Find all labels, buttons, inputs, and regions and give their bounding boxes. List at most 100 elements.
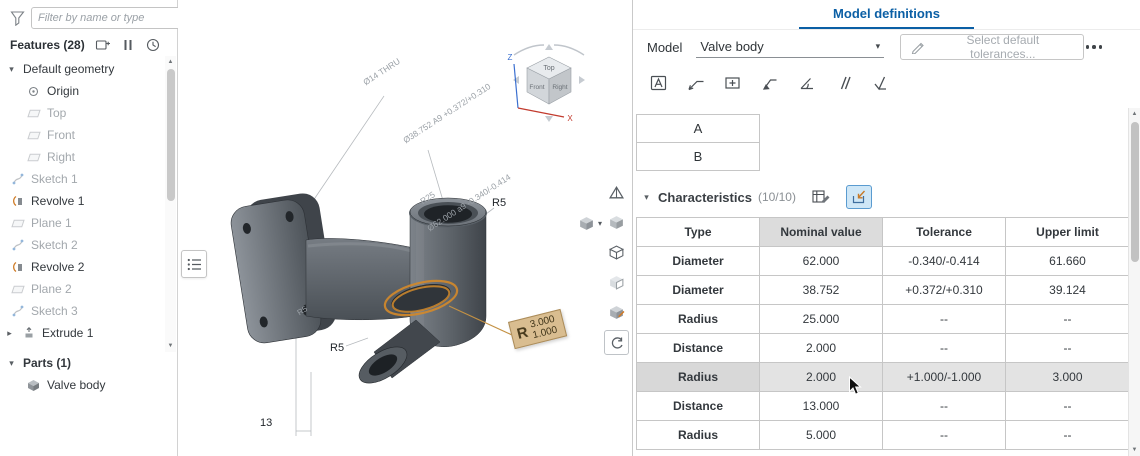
cell-type: Radius [636,420,760,450]
tree-item-origin[interactable]: Origin [0,80,177,102]
cell-tolerance: -- [882,420,1006,450]
scroll-thumb[interactable] [1131,122,1139,262]
view-orientation-icon[interactable] [604,210,629,235]
rotate-right-arrow-icon[interactable] [553,44,585,56]
parts-section-header[interactable]: ▾ Parts (1) [0,352,177,374]
pause-rebuild-icon[interactable] [121,37,135,53]
display-mode-icon[interactable] [604,240,629,265]
cell-upper-limit: 3.000 [1005,362,1130,392]
section-view-icon[interactable] [604,180,629,205]
note-icon[interactable] [647,71,671,95]
tree-item-revolve-1[interactable]: Revolve 1 [0,190,177,212]
parallelism-icon[interactable] [832,71,856,95]
rotate-view-icon[interactable] [604,330,629,355]
scroll-up-icon[interactable]: ▲ [1129,108,1140,120]
chevron-down-icon: ▾ [598,218,603,228]
select-default-tolerances-button[interactable]: Select default tolerances... [900,33,1084,61]
datum-row-a[interactable]: A [636,114,760,143]
characteristic-row-selected[interactable]: Radius 2.000 +1.000/-1.000 3.000 [636,362,1130,392]
create-folder-icon[interactable] [95,37,111,53]
appearance-icon[interactable] [604,300,629,325]
scroll-thumb[interactable] [167,69,175,201]
tree-item-top-plane[interactable]: Top [0,102,177,124]
cube-up-arrow-icon[interactable] [545,44,553,50]
cube-front-label: Front [529,84,544,91]
scroll-up-icon[interactable]: ▲ [165,56,176,68]
filter-row [0,0,188,30]
chevron-down-icon: ▾ [875,41,881,51]
collapse-section-icon[interactable]: ▾ [641,192,652,203]
datum-leader-icon[interactable] [758,71,782,95]
leader-dimension-icon[interactable] [684,71,708,95]
characteristic-row[interactable]: Diameter 38.752 +0.372/+0.310 39.124 [636,275,1130,305]
callout-prefix: R [515,323,530,343]
tree-item-revolve-2[interactable]: Revolve 2 [0,256,177,278]
tree-item-extrude-1[interactable]: ▸ Extrude 1 [0,322,177,344]
datum-row-b[interactable]: B [636,142,760,171]
column-header-upper-limit: Upper limit [1005,217,1130,247]
edit-characteristics-icon[interactable] [808,185,834,209]
cell-tolerance: -- [882,304,1006,334]
more-options-button[interactable] [1084,39,1105,55]
angle-dimension-icon[interactable] [795,71,819,95]
feature-tree-scrollbar[interactable]: ▲ ▼ [165,56,176,352]
cell-type: Diameter [636,275,760,305]
tree-item-right-plane[interactable]: Right [0,146,177,168]
tree-item-front-plane[interactable]: Front [0,124,177,146]
tree-item-valve-body-part[interactable]: Valve body [0,374,177,396]
dimension-13-label[interactable]: 13 [260,417,272,429]
import-characteristics-icon[interactable] [845,185,872,209]
rollback-history-icon[interactable] [145,37,161,53]
filter-icon [10,10,25,26]
cell-nominal: 38.752 [759,275,883,305]
tolerance-button-label: Select default tolerances... [966,33,1040,61]
tree-item-sketch-2[interactable]: Sketch 2 [0,234,177,256]
features-count-label: Features (28) [10,38,85,52]
column-header-type: Type [636,217,760,247]
feature-list-toggle-button[interactable] [181,250,207,278]
tree-item-plane-1[interactable]: Plane 1 [0,212,177,234]
feature-tree-panel: Features (28) ▾ Default geometry Origin [0,0,188,456]
model-definitions-tab[interactable]: Model definitions [799,0,974,29]
cube-icon [580,216,593,230]
plane-icon [26,153,41,162]
cell-type: Radius [636,304,760,334]
tree-label: Extrude 1 [42,326,94,340]
characteristic-row[interactable]: Diameter 62.000 -0.340/-0.414 61.660 [636,246,1130,276]
cube-right-arrow-icon[interactable] [579,76,585,84]
chevron-down-icon[interactable]: ▾ [6,358,17,369]
3d-viewport[interactable]: Ø14 THRU Ø38.752 A9 +0.372/+0.310 R25 Ø6… [178,0,632,456]
characteristic-row[interactable]: Distance 2.000 -- -- [636,333,1130,363]
cube-down-arrow-icon[interactable] [545,116,553,122]
chevron-right-icon[interactable]: ▸ [4,328,15,339]
z-axis [513,63,519,109]
tree-item-plane-2[interactable]: Plane 2 [0,278,177,300]
scroll-down-icon[interactable]: ▼ [1129,444,1140,456]
view-cube[interactable]: Top Front Right Z X [474,38,624,138]
right-panel-scrollbar[interactable]: ▲ ▼ [1128,108,1140,456]
rotate-left-arrow-icon[interactable] [513,44,545,56]
scroll-down-icon[interactable]: ▼ [165,340,176,352]
hide-geometry-icon[interactable] [604,270,629,295]
cell-upper-limit: 39.124 [1005,275,1130,305]
cell-type: Distance [636,333,760,363]
tree-item-sketch-3[interactable]: Sketch 3 [0,300,177,322]
cell-nominal: 25.000 [759,304,883,334]
filter-input[interactable] [31,7,188,29]
characteristic-row[interactable]: Distance 13.000 -- -- [636,391,1130,421]
dimension-r5-top-label[interactable]: R5 [492,197,506,209]
dimension-r5-bottom-label[interactable]: R5 [330,342,344,354]
tree-item-sketch-1[interactable]: Sketch 1 [0,168,177,190]
tree-item-default-geometry[interactable]: ▾ Default geometry [0,58,177,80]
plane-icon [10,219,25,228]
characteristic-row[interactable]: Radius 25.000 -- -- [636,304,1130,334]
tree-label: Top [47,106,67,120]
cell-upper-limit: -- [1005,420,1130,450]
chevron-down-icon[interactable]: ▾ [6,64,17,75]
model-select[interactable]: Valve body ▾ [696,36,885,58]
surface-finish-icon[interactable] [869,71,893,95]
model-definitions-panel: Model definitions Model Valve body ▾ Sel… [632,0,1140,456]
tree-label: Revolve 1 [31,194,85,208]
feature-control-frame-icon[interactable] [721,71,745,95]
characteristic-row[interactable]: Radius 5.000 -- -- [636,420,1130,450]
